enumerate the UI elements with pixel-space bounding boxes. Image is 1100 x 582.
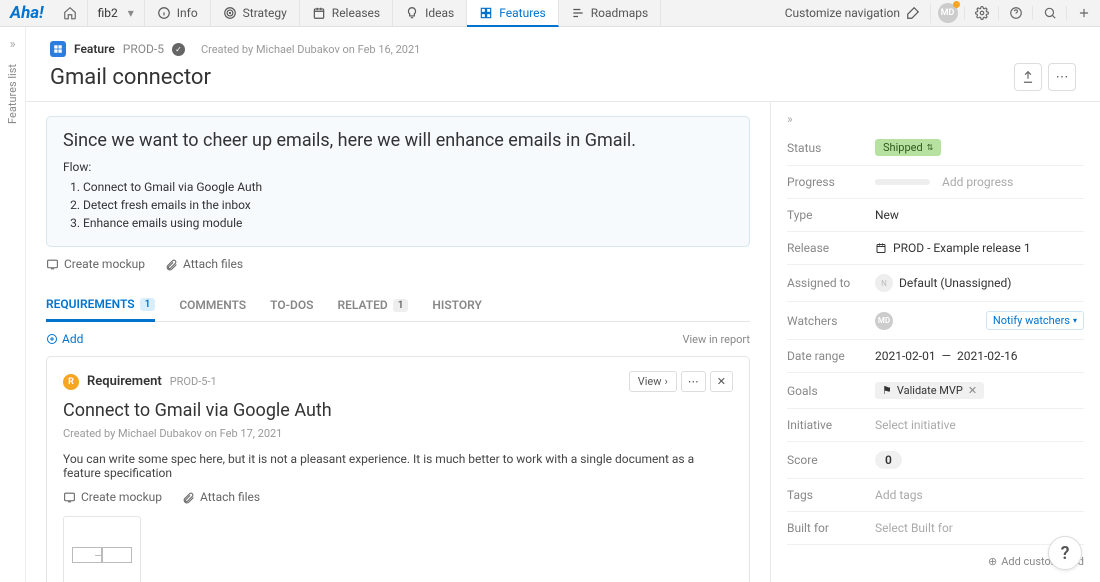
brand-logo[interactable]: Aha! — [0, 0, 54, 26]
requirement-more-button[interactable]: ⋯ — [681, 371, 706, 392]
tab-requirements[interactable]: REQUIREMENTS1 — [46, 289, 155, 322]
expand-sidebar-icon[interactable]: » — [787, 112, 1084, 126]
initiative-label: Initiative — [787, 418, 865, 432]
feature-type-icon — [50, 41, 66, 57]
requirement-title[interactable]: Connect to Gmail via Google Auth — [63, 400, 733, 421]
status-check-icon: ✓ — [172, 43, 185, 56]
sort-icon: ⇅ — [927, 143, 934, 152]
watcher-avatar[interactable]: MD — [875, 312, 893, 330]
add-icon[interactable] — [1066, 6, 1100, 20]
calendar-icon — [875, 242, 887, 254]
mockup-thumbnail[interactable] — [63, 516, 141, 582]
chevron-down-icon: ▾ — [128, 6, 134, 20]
flow-step: Enhance emails using module — [83, 214, 733, 232]
status-label: Status — [787, 141, 865, 155]
detail-tabs: REQUIREMENTS1 COMMENTS TO-DOS RELATED1 H… — [46, 289, 750, 322]
req-create-mockup-link[interactable]: Create mockup — [63, 490, 162, 504]
settings-icon[interactable] — [964, 6, 998, 20]
tab-comments[interactable]: COMMENTS — [179, 289, 246, 321]
more-actions-button[interactable]: ⋯ — [1048, 63, 1076, 91]
notification-dot — [953, 1, 960, 8]
chevron-right-icon: › — [664, 375, 667, 388]
nav-tab-features[interactable]: Features — [467, 0, 558, 27]
flow-step: Detect fresh emails in the inbox — [83, 196, 733, 214]
tab-todos[interactable]: TO-DOS — [270, 289, 313, 321]
type-label: Type — [787, 208, 865, 222]
status-value-pill[interactable]: Shipped⇅ — [875, 139, 941, 156]
initiative-field[interactable]: Select initiative — [875, 418, 1084, 432]
nav-tab-info[interactable]: Info — [145, 0, 211, 26]
description-box[interactable]: Since we want to cheer up emails, here w… — [46, 116, 750, 247]
workspace-selector[interactable]: fib2 ▾ — [88, 0, 145, 26]
requirement-type: Requirement — [87, 374, 162, 389]
tab-related[interactable]: RELATED1 — [337, 289, 408, 321]
daterange-label: Date range — [787, 349, 865, 363]
home-icon[interactable] — [54, 0, 88, 26]
attach-files-link[interactable]: Attach files — [165, 257, 243, 271]
score-value[interactable]: 0 — [875, 451, 902, 469]
add-custom-field-link[interactable]: ⊕Add custom field — [787, 555, 1084, 568]
daterange-value[interactable]: 2021-02-01 — 2021-02-16 — [875, 349, 1084, 363]
progress-bar-icon — [875, 179, 930, 185]
notify-watchers-button[interactable]: Notify watchers▾ — [986, 311, 1084, 330]
nav-tab-roadmaps[interactable]: Roadmaps — [559, 0, 662, 26]
builtfor-field[interactable]: Select Built for — [875, 521, 1084, 535]
requirement-body: You can write some spec here, but it is … — [63, 452, 733, 480]
create-mockup-link[interactable]: Create mockup — [46, 257, 145, 271]
requirement-created: Created by Michael Dubakov on Feb 17, 20… — [63, 427, 733, 440]
workspace-name: fib2 — [98, 6, 118, 20]
customize-navigation[interactable]: Customize navigation — [775, 6, 930, 20]
requirement-badge-icon: R — [63, 374, 79, 390]
requirement-id: PROD-5-1 — [170, 375, 217, 388]
rail-label: Features list — [6, 64, 19, 124]
record-id: PROD-5 — [123, 42, 164, 56]
nav-tab-ideas[interactable]: Ideas — [393, 0, 467, 26]
req-attach-files-link[interactable]: Attach files — [182, 490, 260, 504]
view-requirement-button[interactable]: View› — [629, 371, 677, 392]
search-icon[interactable] — [1032, 6, 1066, 20]
share-button[interactable] — [1014, 63, 1042, 91]
goal-chip[interactable]: ⚑Validate MVP✕ — [875, 382, 984, 399]
nav-tab-strategy[interactable]: Strategy — [211, 0, 300, 26]
view-in-report-link[interactable]: View in report — [683, 333, 751, 346]
progress-field[interactable]: Add progress — [875, 175, 1084, 189]
help-icon[interactable] — [998, 6, 1032, 20]
goals-label: Goals — [787, 384, 865, 398]
assigned-label: Assigned to — [787, 276, 865, 290]
record-type: Feature — [74, 42, 115, 56]
type-value[interactable]: New — [875, 208, 1084, 222]
assigned-value[interactable]: NDefault (Unassigned) — [875, 274, 1084, 292]
builtfor-label: Built for — [787, 521, 865, 535]
user-avatar[interactable]: MD — [930, 3, 964, 23]
flag-icon: ⚑ — [882, 384, 892, 397]
tags-field[interactable]: Add tags — [875, 488, 1084, 502]
score-label: Score — [787, 453, 865, 467]
assignee-avatar-icon: N — [875, 274, 893, 292]
expand-rail-icon[interactable]: » — [9, 37, 15, 52]
nav-tab-releases[interactable]: Releases — [300, 0, 393, 26]
watchers-label: Watchers — [787, 314, 865, 328]
requirement-card: R Requirement PROD-5-1 View› ⋯ ✕ Connect… — [46, 356, 750, 582]
remove-goal-icon[interactable]: ✕ — [968, 384, 977, 397]
top-nav: Aha! fib2 ▾ Info Strategy Releases Ideas… — [0, 0, 1100, 27]
help-fab[interactable]: ? — [1048, 536, 1082, 570]
release-label: Release — [787, 241, 865, 255]
created-by: Created by Michael Dubakov on Feb 16, 20… — [201, 43, 420, 56]
requirement-close-button[interactable]: ✕ — [710, 371, 733, 392]
release-value[interactable]: PROD - Example release 1 — [875, 241, 1084, 255]
feature-title[interactable]: Gmail connector — [50, 65, 1014, 90]
plus-circle-icon: ⊕ — [988, 555, 997, 568]
progress-label: Progress — [787, 175, 865, 189]
flow-label: Flow: — [63, 160, 733, 174]
tags-label: Tags — [787, 488, 865, 502]
features-rail: » Features list — [0, 27, 26, 582]
description-text: Since we want to cheer up emails, here w… — [63, 129, 733, 152]
chevron-down-icon: ▾ — [1073, 316, 1077, 325]
tab-history[interactable]: HISTORY — [432, 289, 481, 321]
flow-step: Connect to Gmail via Google Auth — [83, 178, 733, 196]
add-requirement-link[interactable]: Add — [46, 332, 83, 346]
